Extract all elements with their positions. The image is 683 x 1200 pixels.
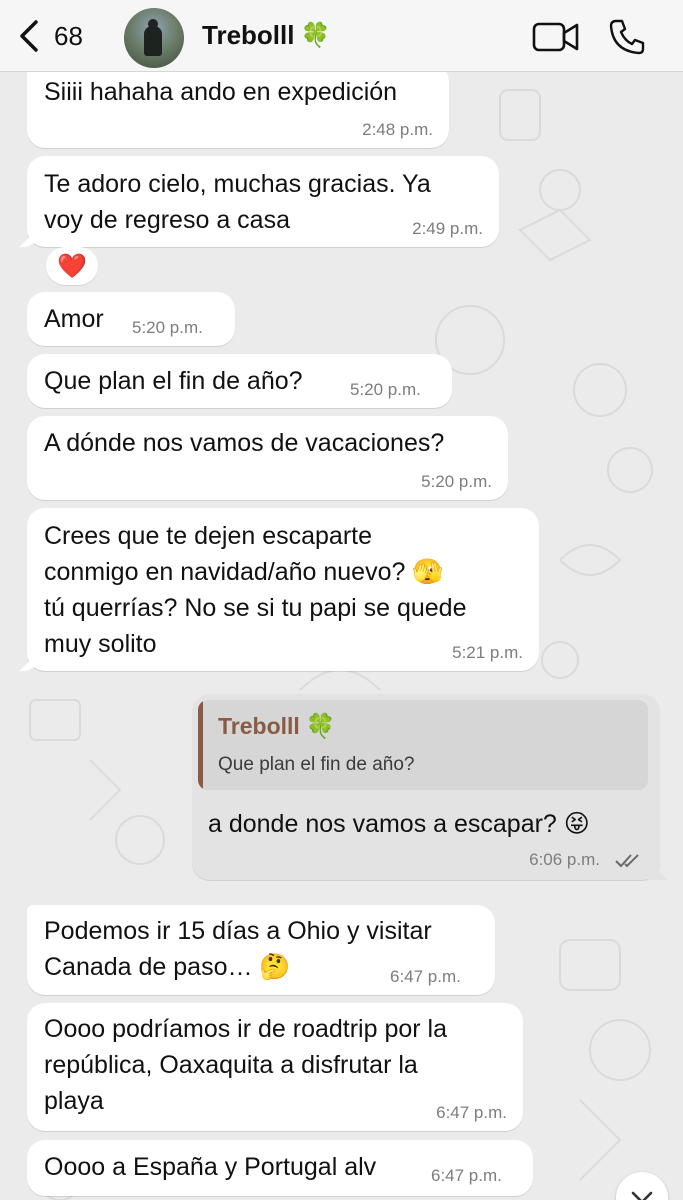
avatar[interactable]	[124, 8, 184, 68]
message-text: A dónde nos vamos de vacaciones?	[44, 429, 445, 457]
message-text: Oooo a España y Portugal alv	[44, 1153, 377, 1181]
message-bubble[interactable]: Amor 5:20 p.m.	[27, 292, 235, 346]
message-time: 2:49 p.m.	[412, 219, 483, 238]
message-time: 6:06 p.m.	[529, 850, 600, 869]
message-time: 2:48 p.m.	[362, 120, 433, 139]
message-time: 5:21 p.m.	[452, 643, 523, 662]
message-text-line: playa	[44, 1087, 104, 1115]
chevron-left-icon	[20, 20, 38, 52]
video-call-icon[interactable]	[532, 20, 580, 54]
message-time: 5:20 p.m.	[350, 380, 421, 399]
message-bubble[interactable]: Que plan el fin de año? 5:20 p.m.	[27, 354, 452, 408]
unread-count: 68	[54, 20, 83, 51]
message-time: 5:20 p.m.	[421, 472, 492, 491]
message-bubble[interactable]: Siiii hahaha ando en expedición 2:48 p.m…	[27, 64, 449, 148]
message-text-line: conmigo en navidad/año nuevo? 🫣	[44, 558, 444, 586]
quote-author-name: Trebolll	[218, 713, 300, 739]
message-text-line: voy de regreso a casa	[44, 206, 290, 234]
outgoing-message-bubble[interactable]: Trebolll 🍀 Que plan el fin de año? a don…	[192, 694, 660, 880]
quote-accent-bar	[198, 700, 203, 790]
message-text: Que plan el fin de año?	[44, 367, 303, 395]
message-bubble[interactable]: Oooo a España y Portugal alv 6:47 p.m.	[27, 1140, 533, 1196]
message-text-line: Oooo podríamos ir de roadtrip por la	[44, 1015, 447, 1043]
back-button[interactable]: 68	[18, 14, 83, 58]
message-time: 6:47 p.m.	[431, 1166, 502, 1185]
read-receipt-icon	[615, 854, 639, 868]
contact-name-text: Trebolll	[202, 20, 295, 50]
clover-emoji: 🍀	[305, 713, 336, 740]
message-time: 6:47 p.m.	[436, 1103, 507, 1122]
contact-name[interactable]: Trebolll 🍀	[202, 20, 330, 51]
quote-text: Que plan el fin de año?	[218, 754, 415, 775]
phone-icon[interactable]	[608, 18, 646, 56]
message-text-line: muy solito	[44, 630, 157, 658]
message-bubble[interactable]: Oooo podríamos ir de roadtrip por la rep…	[27, 1003, 523, 1131]
quoted-message[interactable]: Trebolll 🍀 Que plan el fin de año?	[198, 700, 648, 790]
message-bubble[interactable]: Te adoro cielo, muchas gracias. Ya voy d…	[27, 156, 499, 247]
reaction-badge[interactable]: ❤️	[46, 247, 98, 285]
message-text: Siiii hahaha ando en expedición	[44, 78, 398, 106]
message-time: 6:47 p.m.	[390, 967, 461, 986]
message-text: Amor	[44, 305, 104, 333]
message-text-line: Canada de paso… 🤔	[44, 953, 291, 981]
message-text-line: Crees que te dejen escaparte	[44, 522, 372, 550]
message-text-line: república, Oaxaquita a disfrutar la	[44, 1051, 418, 1079]
message-text: a donde nos vamos a escapar? 😝	[208, 810, 590, 838]
message-bubble[interactable]: Crees que te dejen escaparte conmigo en …	[27, 508, 539, 671]
chevron-down-icon	[631, 1191, 653, 1200]
message-time: 5:20 p.m.	[132, 318, 203, 337]
heart-reaction-icon: ❤️	[57, 252, 87, 280]
chat-header: 68 Trebolll 🍀	[0, 0, 683, 72]
message-text-line: Te adoro cielo, muchas gracias. Ya	[44, 170, 431, 198]
clover-emoji: 🍀	[300, 22, 331, 49]
quote-author: Trebolll 🍀	[218, 712, 336, 741]
message-text-line: tú querrías? No se si tu papi se quede	[44, 594, 467, 622]
message-bubble[interactable]: Podemos ir 15 días a Ohio y visitar Cana…	[27, 905, 495, 995]
message-text-line: Podemos ir 15 días a Ohio y visitar	[44, 917, 432, 945]
message-bubble[interactable]: A dónde nos vamos de vacaciones? 5:20 p.…	[27, 416, 508, 500]
